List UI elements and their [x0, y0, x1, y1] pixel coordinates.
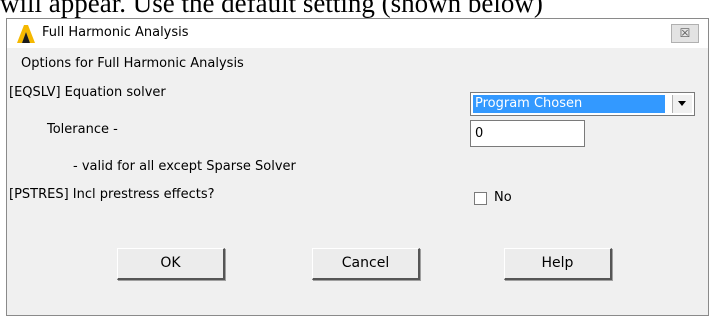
tolerance-label: Tolerance - — [47, 122, 118, 137]
dropdown-button[interactable] — [672, 95, 692, 113]
section-heading: Options for Full Harmonic Analysis — [21, 56, 244, 71]
help-button[interactable]: Help — [504, 248, 612, 280]
equation-solver-value: Program Chosen — [473, 95, 665, 113]
tolerance-note: - valid for all except Sparse Solver — [73, 159, 296, 174]
window-title: Full Harmonic Analysis — [42, 25, 189, 40]
document-text: will appear. Use the default setting (sh… — [0, 0, 543, 18]
chevron-down-icon — [678, 101, 686, 106]
close-icon: ☒ — [679, 26, 691, 40]
equation-solver-select[interactable]: Program Chosen — [470, 92, 695, 116]
ansys-logo-icon — [17, 25, 35, 43]
eqslv-label: [EQSLV] Equation solver — [9, 85, 166, 100]
prestress-checkbox[interactable] — [474, 192, 487, 205]
prestress-state-label: No — [494, 190, 512, 205]
close-button[interactable]: ☒ — [671, 24, 699, 43]
dialog-window: Full Harmonic Analysis ☒ Options for Ful… — [6, 18, 709, 316]
pstres-label: [PSTRES] Incl prestress effects? — [9, 187, 215, 202]
tolerance-input[interactable] — [470, 120, 585, 147]
ok-button[interactable]: OK — [117, 248, 225, 280]
title-bar[interactable]: Full Harmonic Analysis ☒ — [7, 19, 708, 48]
cancel-button[interactable]: Cancel — [312, 248, 420, 280]
